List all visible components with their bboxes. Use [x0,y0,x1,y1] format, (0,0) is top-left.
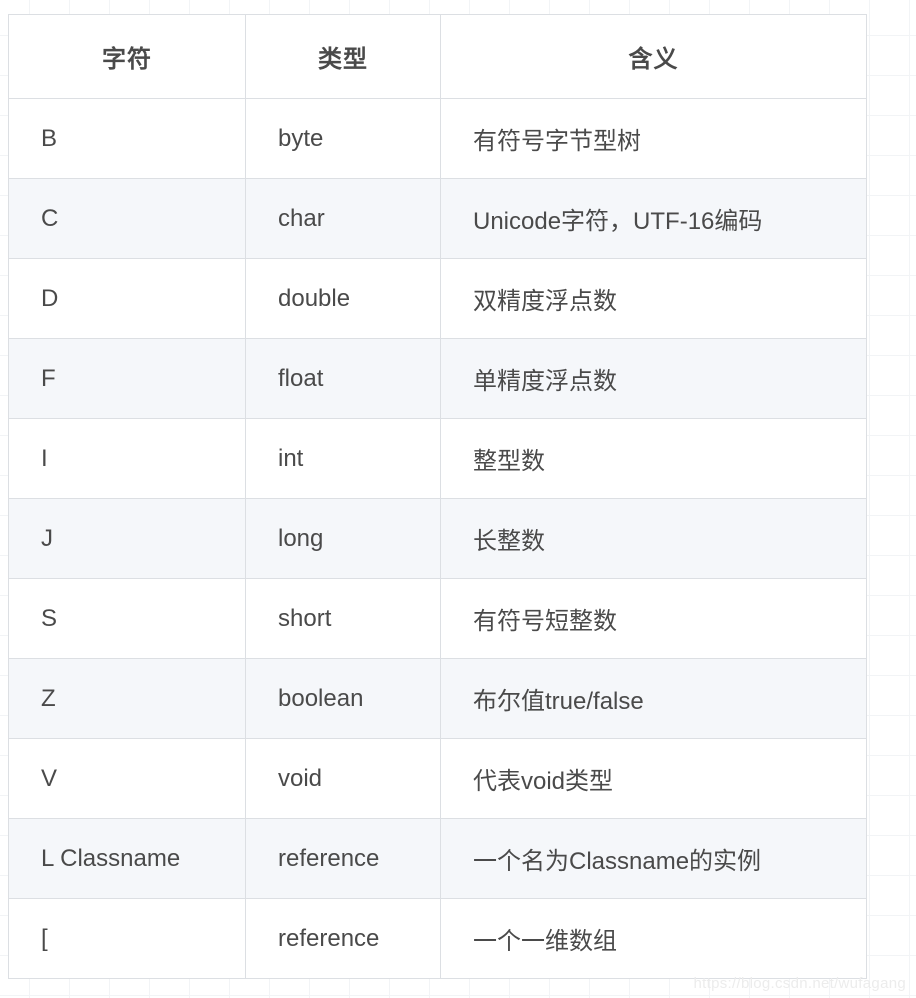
cell-character: Z [8,658,246,739]
cell-character: C [8,178,246,259]
cell-meaning: 单精度浮点数 [440,338,867,419]
table-row: Bbyte 有符号字节型树 [8,98,867,179]
table-row: Jlong 长整数 [8,498,867,579]
cell-character: F [8,338,246,419]
cell-character: V [8,738,246,819]
cell-meaning: 双精度浮点数 [440,258,867,339]
cell-character: S [8,578,246,659]
cell-meaning: 一个一维数组 [440,898,867,979]
column-header-character: 字符 [8,14,246,99]
watermark: https://blog.csdn.net/wufagang [693,975,906,992]
cell-meaning: 布尔值true/false [440,658,867,739]
cell-character: J [8,498,246,579]
cell-type: reference [245,818,441,899]
table-row: Zboolean 布尔值true/false [8,658,867,739]
type-descriptor-table: 字符 类型 含义 Bbyte 有符号字节型树 Cchar Unicode字符，UTF-… [8,14,867,979]
table-header: 字符 类型 含义 [8,14,867,99]
cell-character: [ [8,898,246,979]
cell-character: D [8,258,246,339]
cell-meaning: 有符号字节型树 [440,98,867,179]
cell-character: B [8,98,246,179]
cell-type: void [245,738,441,819]
cell-type: double [245,258,441,339]
cell-meaning: 整型数 [440,418,867,499]
column-header-type: 类型 [245,14,441,99]
cell-type: long [245,498,441,579]
cell-meaning: Unicode字符，UTF-16编码 [440,178,867,259]
cell-character: L Classname [8,818,246,899]
table-row: Sshort 有符号短整数 [8,578,867,659]
table-row: Iint 整型数 [8,418,867,499]
cell-type: int [245,418,441,499]
cell-meaning: 一个名为Classname的实例 [440,818,867,899]
cell-type: char [245,178,441,259]
cell-character: I [8,418,246,499]
table-body: Bbyte 有符号字节型树 Cchar Unicode字符，UTF-16编码 Ddoub… [8,98,867,979]
cell-meaning: 有符号短整数 [440,578,867,659]
cell-type: short [245,578,441,659]
cell-meaning: 代表void类型 [440,738,867,819]
cell-type: reference [245,898,441,979]
cell-type: byte [245,98,441,179]
table-row: L Classname reference 一个名为Classname的实例 [8,818,867,899]
table-row: Ffloat 单精度浮点数 [8,338,867,419]
cell-type: boolean [245,658,441,739]
table-row: Vvoid 代表void类型 [8,738,867,819]
table-row: Ddouble 双精度浮点数 [8,258,867,339]
table-row: [reference 一个一维数组 [8,898,867,979]
table-row: Cchar Unicode字符，UTF-16编码 [8,178,867,259]
cell-meaning: 长整数 [440,498,867,579]
column-header-meaning: 含义 [440,14,867,99]
cell-type: float [245,338,441,419]
table-header-row: 字符 类型 含义 [8,14,867,99]
